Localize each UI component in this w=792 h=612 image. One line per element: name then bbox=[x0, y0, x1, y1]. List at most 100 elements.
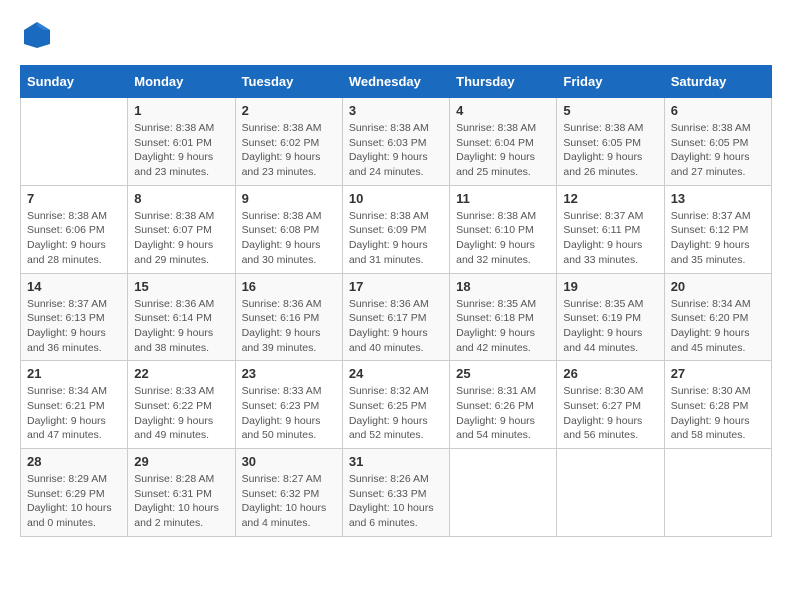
day-info: Sunrise: 8:38 AM Sunset: 6:03 PM Dayligh… bbox=[349, 121, 443, 180]
header-saturday: Saturday bbox=[664, 66, 771, 98]
day-info: Sunrise: 8:37 AM Sunset: 6:13 PM Dayligh… bbox=[27, 297, 121, 356]
logo-icon bbox=[22, 20, 52, 50]
calendar-cell: 27 Sunrise: 8:30 AM Sunset: 6:28 PM Dayli… bbox=[664, 361, 771, 449]
calendar-cell bbox=[557, 449, 664, 537]
day-number: 2 bbox=[242, 103, 336, 118]
header-sunday: Sunday bbox=[21, 66, 128, 98]
day-info: Sunrise: 8:34 AM Sunset: 6:20 PM Dayligh… bbox=[671, 297, 765, 356]
day-number: 28 bbox=[27, 454, 121, 469]
day-info: Sunrise: 8:38 AM Sunset: 6:07 PM Dayligh… bbox=[134, 209, 228, 268]
logo bbox=[20, 20, 52, 55]
calendar-cell: 31Sunrise: 8:26 AM Sunset: 6:33 PM Dayli… bbox=[342, 449, 449, 537]
header-row: Sunday Monday Tuesday Wednesday Thursday… bbox=[21, 66, 772, 98]
page-header bbox=[20, 20, 772, 55]
calendar-cell: 17 Sunrise: 8:36 AM Sunset: 6:17 PM Dayli… bbox=[342, 273, 449, 361]
day-info: Sunrise: 8:36 AM Sunset: 6:17 PM Dayligh… bbox=[349, 297, 443, 356]
calendar-cell: 2 Sunrise: 8:38 AM Sunset: 6:02 PM Daylig… bbox=[235, 98, 342, 186]
day-info: Sunrise: 8:30 AM Sunset: 6:28 PM Dayligh… bbox=[671, 384, 765, 443]
day-info: Sunrise: 8:29 AM Sunset: 6:29 PM Dayligh… bbox=[27, 472, 121, 531]
day-number: 27 bbox=[671, 366, 765, 381]
day-number: 9 bbox=[242, 191, 336, 206]
calendar-header: Sunday Monday Tuesday Wednesday Thursday… bbox=[21, 66, 772, 98]
day-number: 20 bbox=[671, 279, 765, 294]
calendar-week-4: 21 Sunrise: 8:34 AM Sunset: 6:21 PM Dayli… bbox=[21, 361, 772, 449]
calendar-cell: 14Sunrise: 8:37 AM Sunset: 6:13 PM Dayli… bbox=[21, 273, 128, 361]
logo-text bbox=[20, 20, 52, 55]
day-info: Sunrise: 8:28 AM Sunset: 6:31 PM Dayligh… bbox=[134, 472, 228, 531]
calendar-cell: 5Sunrise: 8:38 AM Sunset: 6:05 PM Daylig… bbox=[557, 98, 664, 186]
day-number: 3 bbox=[349, 103, 443, 118]
calendar-cell: 20 Sunrise: 8:34 AM Sunset: 6:20 PM Dayli… bbox=[664, 273, 771, 361]
calendar-cell: 3 Sunrise: 8:38 AM Sunset: 6:03 PM Daylig… bbox=[342, 98, 449, 186]
calendar-cell: 4 Sunrise: 8:38 AM Sunset: 6:04 PM Daylig… bbox=[450, 98, 557, 186]
header-wednesday: Wednesday bbox=[342, 66, 449, 98]
day-info: Sunrise: 8:38 AM Sunset: 6:10 PM Dayligh… bbox=[456, 209, 550, 268]
day-info: Sunrise: 8:36 AM Sunset: 6:14 PM Dayligh… bbox=[134, 297, 228, 356]
calendar-cell: 12 Sunrise: 8:37 AM Sunset: 6:11 PM Dayli… bbox=[557, 185, 664, 273]
calendar-cell: 29Sunrise: 8:28 AM Sunset: 6:31 PM Dayli… bbox=[128, 449, 235, 537]
calendar-cell: 1Sunrise: 8:38 AM Sunset: 6:01 PM Daylig… bbox=[128, 98, 235, 186]
calendar-week-1: 1Sunrise: 8:38 AM Sunset: 6:01 PM Daylig… bbox=[21, 98, 772, 186]
calendar-cell: 30 Sunrise: 8:27 AM Sunset: 6:32 PM Dayli… bbox=[235, 449, 342, 537]
day-info: Sunrise: 8:32 AM Sunset: 6:25 PM Dayligh… bbox=[349, 384, 443, 443]
calendar-week-3: 14Sunrise: 8:37 AM Sunset: 6:13 PM Dayli… bbox=[21, 273, 772, 361]
calendar-cell: 6 Sunrise: 8:38 AM Sunset: 6:05 PM Daylig… bbox=[664, 98, 771, 186]
calendar-cell: 11 Sunrise: 8:38 AM Sunset: 6:10 PM Dayli… bbox=[450, 185, 557, 273]
day-number: 25 bbox=[456, 366, 550, 381]
day-number: 13 bbox=[671, 191, 765, 206]
day-info: Sunrise: 8:38 AM Sunset: 6:08 PM Dayligh… bbox=[242, 209, 336, 268]
day-info: Sunrise: 8:35 AM Sunset: 6:18 PM Dayligh… bbox=[456, 297, 550, 356]
day-info: Sunrise: 8:31 AM Sunset: 6:26 PM Dayligh… bbox=[456, 384, 550, 443]
header-monday: Monday bbox=[128, 66, 235, 98]
calendar-cell: 26 Sunrise: 8:30 AM Sunset: 6:27 PM Dayli… bbox=[557, 361, 664, 449]
day-info: Sunrise: 8:35 AM Sunset: 6:19 PM Dayligh… bbox=[563, 297, 657, 356]
day-number: 4 bbox=[456, 103, 550, 118]
day-number: 23 bbox=[242, 366, 336, 381]
day-number: 30 bbox=[242, 454, 336, 469]
calendar-cell bbox=[664, 449, 771, 537]
header-thursday: Thursday bbox=[450, 66, 557, 98]
day-number: 19 bbox=[563, 279, 657, 294]
calendar-week-2: 7 Sunrise: 8:38 AM Sunset: 6:06 PM Daylig… bbox=[21, 185, 772, 273]
day-number: 11 bbox=[456, 191, 550, 206]
day-number: 16 bbox=[242, 279, 336, 294]
calendar-table: Sunday Monday Tuesday Wednesday Thursday… bbox=[20, 65, 772, 537]
day-info: Sunrise: 8:33 AM Sunset: 6:23 PM Dayligh… bbox=[242, 384, 336, 443]
day-number: 7 bbox=[27, 191, 121, 206]
day-number: 10 bbox=[349, 191, 443, 206]
day-number: 18 bbox=[456, 279, 550, 294]
day-info: Sunrise: 8:38 AM Sunset: 6:06 PM Dayligh… bbox=[27, 209, 121, 268]
day-info: Sunrise: 8:37 AM Sunset: 6:12 PM Dayligh… bbox=[671, 209, 765, 268]
calendar-cell bbox=[21, 98, 128, 186]
day-number: 6 bbox=[671, 103, 765, 118]
day-info: Sunrise: 8:26 AM Sunset: 6:33 PM Dayligh… bbox=[349, 472, 443, 531]
calendar-cell: 15 Sunrise: 8:36 AM Sunset: 6:14 PM Dayli… bbox=[128, 273, 235, 361]
calendar-cell: 19 Sunrise: 8:35 AM Sunset: 6:19 PM Dayli… bbox=[557, 273, 664, 361]
day-number: 17 bbox=[349, 279, 443, 294]
calendar-cell: 8 Sunrise: 8:38 AM Sunset: 6:07 PM Daylig… bbox=[128, 185, 235, 273]
calendar-cell: 7 Sunrise: 8:38 AM Sunset: 6:06 PM Daylig… bbox=[21, 185, 128, 273]
calendar-cell: 24Sunrise: 8:32 AM Sunset: 6:25 PM Dayli… bbox=[342, 361, 449, 449]
day-info: Sunrise: 8:38 AM Sunset: 6:02 PM Dayligh… bbox=[242, 121, 336, 180]
day-number: 15 bbox=[134, 279, 228, 294]
day-number: 22 bbox=[134, 366, 228, 381]
calendar-cell: 25 Sunrise: 8:31 AM Sunset: 6:26 PM Dayli… bbox=[450, 361, 557, 449]
calendar-cell bbox=[450, 449, 557, 537]
day-info: Sunrise: 8:36 AM Sunset: 6:16 PM Dayligh… bbox=[242, 297, 336, 356]
day-info: Sunrise: 8:37 AM Sunset: 6:11 PM Dayligh… bbox=[563, 209, 657, 268]
header-friday: Friday bbox=[557, 66, 664, 98]
day-number: 12 bbox=[563, 191, 657, 206]
day-number: 21 bbox=[27, 366, 121, 381]
calendar-cell: 16 Sunrise: 8:36 AM Sunset: 6:16 PM Dayli… bbox=[235, 273, 342, 361]
day-info: Sunrise: 8:27 AM Sunset: 6:32 PM Dayligh… bbox=[242, 472, 336, 531]
day-info: Sunrise: 8:30 AM Sunset: 6:27 PM Dayligh… bbox=[563, 384, 657, 443]
day-number: 26 bbox=[563, 366, 657, 381]
day-info: Sunrise: 8:38 AM Sunset: 6:05 PM Dayligh… bbox=[671, 121, 765, 180]
calendar-body: 1Sunrise: 8:38 AM Sunset: 6:01 PM Daylig… bbox=[21, 98, 772, 537]
day-number: 8 bbox=[134, 191, 228, 206]
calendar-cell: 28 Sunrise: 8:29 AM Sunset: 6:29 PM Dayli… bbox=[21, 449, 128, 537]
day-info: Sunrise: 8:34 AM Sunset: 6:21 PM Dayligh… bbox=[27, 384, 121, 443]
calendar-cell: 21 Sunrise: 8:34 AM Sunset: 6:21 PM Dayli… bbox=[21, 361, 128, 449]
day-info: Sunrise: 8:38 AM Sunset: 6:04 PM Dayligh… bbox=[456, 121, 550, 180]
day-number: 5 bbox=[563, 103, 657, 118]
